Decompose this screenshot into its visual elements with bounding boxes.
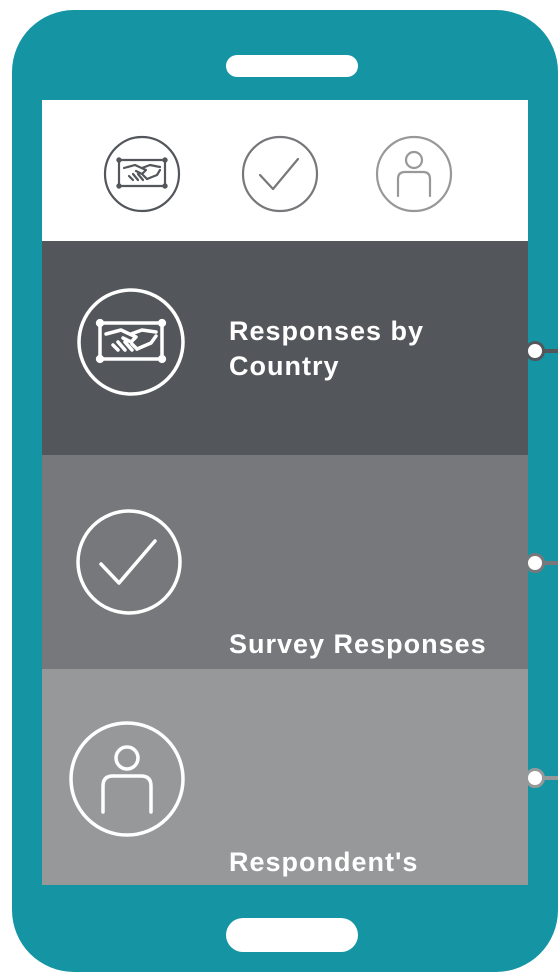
connector-dot <box>525 341 545 361</box>
icon-nav-bar <box>42 100 528 241</box>
phone-screen: Responses by Country Survey Responses Re… <box>42 100 528 885</box>
connector-dot <box>525 553 545 573</box>
handshake-icon[interactable] <box>102 134 182 214</box>
phone-speaker <box>226 55 358 77</box>
menu-item-label: Survey Responses <box>229 629 487 659</box>
menu-item-responses-by-country[interactable]: Responses by Country <box>42 241 528 455</box>
person-icon <box>68 720 186 838</box>
checkmark-icon <box>75 508 183 616</box>
menu-item-label: Responses by Country <box>229 316 425 381</box>
menu-item-label: Respondent's Role <box>229 847 419 885</box>
handshake-icon <box>76 287 186 397</box>
home-button[interactable] <box>226 918 358 952</box>
person-icon[interactable] <box>374 134 454 214</box>
checkmark-icon[interactable] <box>240 134 320 214</box>
menu-item-survey-responses[interactable]: Survey Responses <box>42 455 528 669</box>
connector-dot <box>525 768 545 788</box>
menu-item-respondents-role[interactable]: Respondent's Role <box>42 669 528 885</box>
